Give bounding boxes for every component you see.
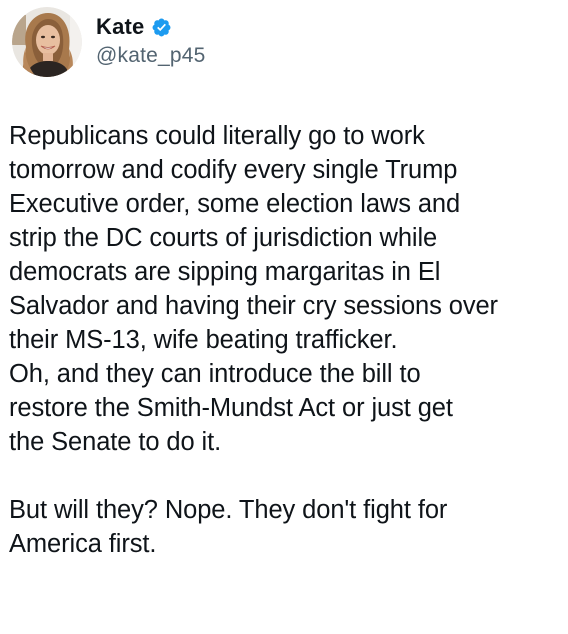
tweet-text-line: But will they? Nope. They don't fight fo… bbox=[9, 496, 448, 524]
display-name[interactable]: Kate bbox=[96, 14, 145, 40]
tweet-text-line: the Senate to do it. bbox=[9, 428, 222, 456]
handle[interactable]: @kate_p45 bbox=[96, 44, 206, 68]
tweet-text-line: Republicans could literally go to work bbox=[9, 122, 425, 150]
tweet-text-line: tomorrow and codify every single Trump bbox=[9, 156, 458, 184]
tweet-header: Kate @kate_p45 bbox=[12, 7, 206, 77]
tweet: Kate @kate_p45 Republicans could literal… bbox=[0, 0, 568, 634]
tweet-text: Republicans could literally go to work t… bbox=[9, 119, 561, 561]
avatar-image bbox=[12, 7, 82, 77]
name-row: Kate bbox=[96, 12, 206, 42]
tweet-text-line: democrats are sipping margaritas in El bbox=[9, 258, 441, 286]
author-identity: Kate @kate_p45 bbox=[96, 12, 206, 68]
tweet-text-line: Salvador and having their cry sessions o… bbox=[9, 292, 498, 320]
tweet-text-line: America first. bbox=[9, 530, 157, 558]
tweet-text-line: strip the DC courts of jurisdiction whil… bbox=[9, 224, 438, 252]
avatar[interactable] bbox=[12, 7, 82, 77]
tweet-text-line: Oh, and they can introduce the bill to bbox=[9, 360, 421, 388]
tweet-text-line: Executive order, some election laws and bbox=[9, 190, 461, 218]
tweet-text-line: their MS-13, wife beating trafficker. bbox=[9, 326, 398, 354]
verified-badge-icon bbox=[151, 17, 172, 38]
tweet-text-line: restore the Smith-Mundst Act or just get bbox=[9, 394, 453, 422]
